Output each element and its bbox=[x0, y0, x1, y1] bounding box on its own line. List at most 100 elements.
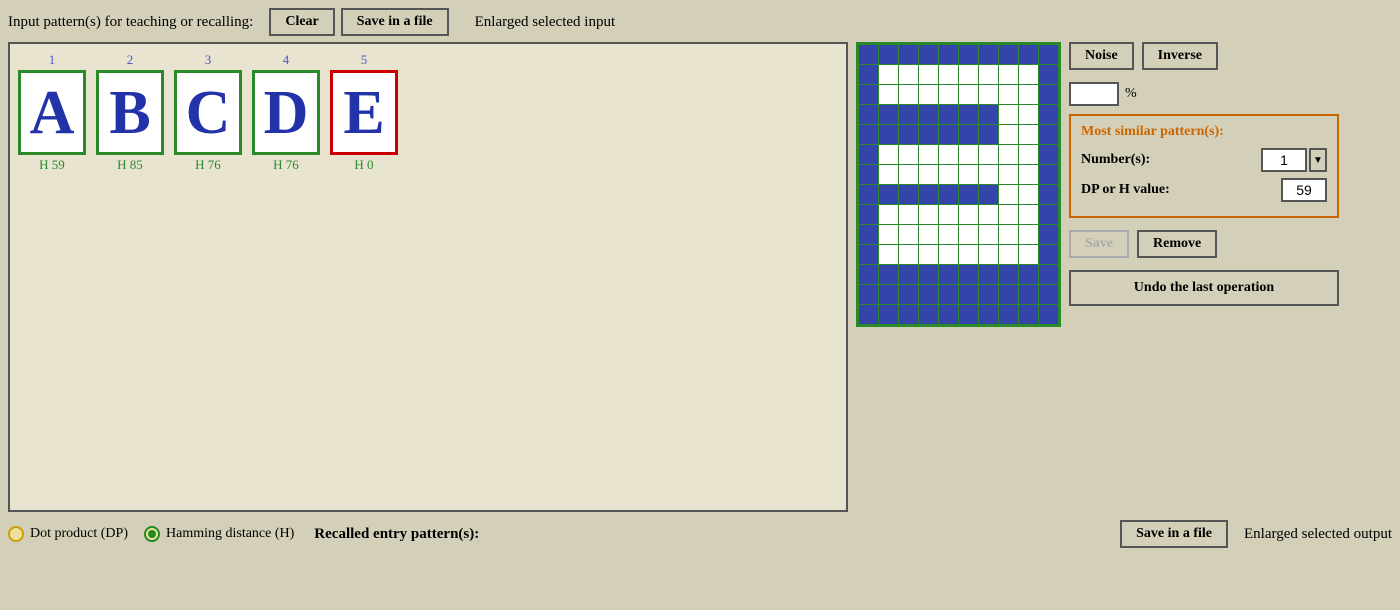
grid-cell-13-1[interactable] bbox=[879, 305, 898, 324]
grid-cell-9-9[interactable] bbox=[1039, 225, 1058, 244]
grid-cell-1-4[interactable] bbox=[939, 65, 958, 84]
dp-h-input[interactable] bbox=[1281, 178, 1327, 202]
grid-cell-8-1[interactable] bbox=[879, 205, 898, 224]
noise-button[interactable]: Noise bbox=[1069, 42, 1134, 70]
grid-cell-6-3[interactable] bbox=[919, 165, 938, 184]
grid-cell-4-6[interactable] bbox=[979, 125, 998, 144]
grid-cell-4-5[interactable] bbox=[959, 125, 978, 144]
grid-cell-0-4[interactable] bbox=[939, 45, 958, 64]
grid-cell-2-2[interactable] bbox=[899, 85, 918, 104]
grid-cell-9-3[interactable] bbox=[919, 225, 938, 244]
grid-cell-12-5[interactable] bbox=[959, 285, 978, 304]
grid-cell-7-0[interactable] bbox=[859, 185, 878, 204]
grid-cell-3-0[interactable] bbox=[859, 105, 878, 124]
grid-cell-5-5[interactable] bbox=[959, 145, 978, 164]
grid-cell-4-3[interactable] bbox=[919, 125, 938, 144]
pattern-item-4[interactable]: 4 D H 76 bbox=[252, 52, 320, 173]
grid-cell-11-6[interactable] bbox=[979, 265, 998, 284]
grid-cell-13-5[interactable] bbox=[959, 305, 978, 324]
grid-cell-2-9[interactable] bbox=[1039, 85, 1058, 104]
remove-button[interactable]: Remove bbox=[1137, 230, 1217, 258]
grid-cell-13-6[interactable] bbox=[979, 305, 998, 324]
grid-cell-2-8[interactable] bbox=[1019, 85, 1038, 104]
grid-cell-3-3[interactable] bbox=[919, 105, 938, 124]
grid-cell-0-6[interactable] bbox=[979, 45, 998, 64]
pattern-canvas-5[interactable]: E bbox=[330, 70, 398, 155]
grid-cell-6-2[interactable] bbox=[899, 165, 918, 184]
grid-cell-6-5[interactable] bbox=[959, 165, 978, 184]
grid-cell-12-6[interactable] bbox=[979, 285, 998, 304]
grid-cell-4-9[interactable] bbox=[1039, 125, 1058, 144]
grid-cell-3-4[interactable] bbox=[939, 105, 958, 124]
grid-cell-9-8[interactable] bbox=[1019, 225, 1038, 244]
grid-cell-4-7[interactable] bbox=[999, 125, 1018, 144]
save-output-button[interactable]: Save in a file bbox=[1120, 520, 1228, 548]
grid-cell-1-0[interactable] bbox=[859, 65, 878, 84]
grid-cell-3-1[interactable] bbox=[879, 105, 898, 124]
grid-cell-12-3[interactable] bbox=[919, 285, 938, 304]
grid-cell-11-1[interactable] bbox=[879, 265, 898, 284]
grid-cell-10-7[interactable] bbox=[999, 245, 1018, 264]
grid-cell-13-2[interactable] bbox=[899, 305, 918, 324]
grid-cell-3-5[interactable] bbox=[959, 105, 978, 124]
grid-cell-1-9[interactable] bbox=[1039, 65, 1058, 84]
radio-h[interactable]: Hamming distance (H) bbox=[144, 526, 294, 542]
radio-dp[interactable]: Dot product (DP) bbox=[8, 526, 128, 542]
grid-cell-11-2[interactable] bbox=[899, 265, 918, 284]
grid-cell-7-2[interactable] bbox=[899, 185, 918, 204]
grid-cell-10-8[interactable] bbox=[1019, 245, 1038, 264]
grid-cell-0-2[interactable] bbox=[899, 45, 918, 64]
grid-cell-9-5[interactable] bbox=[959, 225, 978, 244]
grid-cell-7-7[interactable] bbox=[999, 185, 1018, 204]
grid-cell-5-2[interactable] bbox=[899, 145, 918, 164]
grid-cell-6-1[interactable] bbox=[879, 165, 898, 184]
grid-cell-10-0[interactable] bbox=[859, 245, 878, 264]
pattern-canvas-2[interactable]: B bbox=[96, 70, 164, 155]
grid-cell-1-2[interactable] bbox=[899, 65, 918, 84]
grid-cell-6-9[interactable] bbox=[1039, 165, 1058, 184]
grid-cell-2-1[interactable] bbox=[879, 85, 898, 104]
grid-cell-10-4[interactable] bbox=[939, 245, 958, 264]
grid-cell-2-7[interactable] bbox=[999, 85, 1018, 104]
save-in-file-button-top[interactable]: Save in a file bbox=[341, 8, 449, 36]
numbers-dropdown[interactable]: ▼ bbox=[1309, 148, 1327, 172]
grid-cell-6-4[interactable] bbox=[939, 165, 958, 184]
grid-cell-4-8[interactable] bbox=[1019, 125, 1038, 144]
grid-cell-13-4[interactable] bbox=[939, 305, 958, 324]
grid-cell-1-3[interactable] bbox=[919, 65, 938, 84]
grid-cell-0-0[interactable] bbox=[859, 45, 878, 64]
grid-cell-8-4[interactable] bbox=[939, 205, 958, 224]
grid-cell-13-3[interactable] bbox=[919, 305, 938, 324]
pattern-canvas-1[interactable]: A bbox=[18, 70, 86, 155]
grid-cell-2-3[interactable] bbox=[919, 85, 938, 104]
grid-cell-5-1[interactable] bbox=[879, 145, 898, 164]
grid-cell-8-3[interactable] bbox=[919, 205, 938, 224]
grid-cell-5-3[interactable] bbox=[919, 145, 938, 164]
grid-cell-8-0[interactable] bbox=[859, 205, 878, 224]
grid-cell-11-8[interactable] bbox=[1019, 265, 1038, 284]
grid-cell-7-9[interactable] bbox=[1039, 185, 1058, 204]
grid-cell-3-7[interactable] bbox=[999, 105, 1018, 124]
grid-cell-10-1[interactable] bbox=[879, 245, 898, 264]
grid-cell-2-4[interactable] bbox=[939, 85, 958, 104]
grid-cell-8-9[interactable] bbox=[1039, 205, 1058, 224]
grid-cell-12-0[interactable] bbox=[859, 285, 878, 304]
clear-button[interactable]: Clear bbox=[269, 8, 334, 36]
grid-cell-8-2[interactable] bbox=[899, 205, 918, 224]
grid-cell-3-6[interactable] bbox=[979, 105, 998, 124]
pattern-item-5[interactable]: 5 E H 0 bbox=[330, 52, 398, 173]
grid-cell-5-4[interactable] bbox=[939, 145, 958, 164]
grid-cell-2-6[interactable] bbox=[979, 85, 998, 104]
grid-cell-1-8[interactable] bbox=[1019, 65, 1038, 84]
grid-cell-10-2[interactable] bbox=[899, 245, 918, 264]
grid-cell-0-9[interactable] bbox=[1039, 45, 1058, 64]
grid-cell-11-9[interactable] bbox=[1039, 265, 1058, 284]
grid-cell-5-0[interactable] bbox=[859, 145, 878, 164]
grid-cell-3-8[interactable] bbox=[1019, 105, 1038, 124]
grid-cell-5-7[interactable] bbox=[999, 145, 1018, 164]
undo-button[interactable]: Undo the last operation bbox=[1069, 270, 1339, 306]
percent-input[interactable] bbox=[1069, 82, 1119, 106]
grid-cell-7-8[interactable] bbox=[1019, 185, 1038, 204]
grid-cell-6-0[interactable] bbox=[859, 165, 878, 184]
grid-cell-9-6[interactable] bbox=[979, 225, 998, 244]
